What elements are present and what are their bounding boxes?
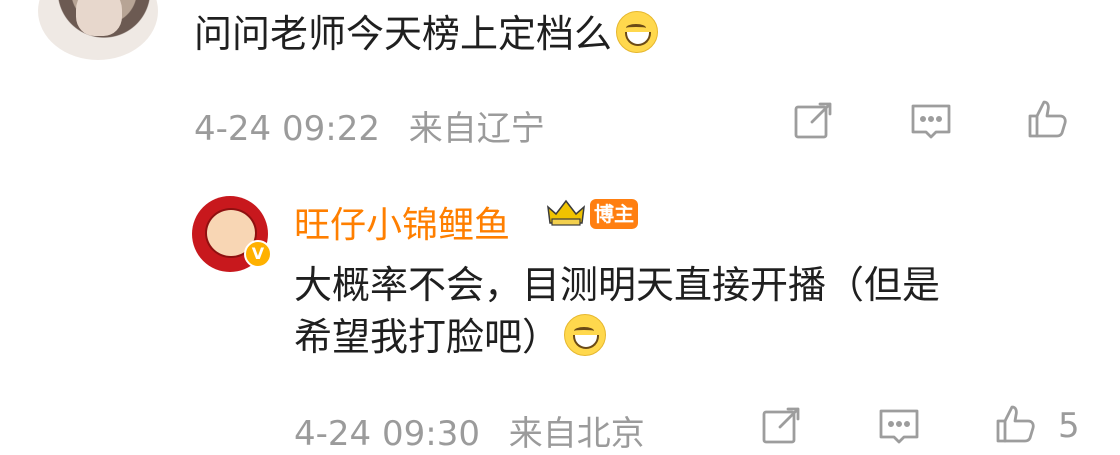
comment-text: 问问老师今天榜上定档么 bbox=[194, 12, 613, 56]
reply-date: 4-24 09:30 bbox=[294, 414, 480, 454]
reply-username[interactable]: 旺仔小锦鲤鱼 bbox=[294, 196, 510, 248]
commenter-avatar[interactable] bbox=[38, 0, 158, 60]
comment-meta: 4-24 09:22 来自辽宁 bbox=[194, 101, 545, 150]
like-count: 5 bbox=[1058, 406, 1080, 446]
comment-icon[interactable] bbox=[876, 403, 922, 449]
comment-body: 问问老师今天榜上定档么 bbox=[194, 9, 659, 59]
comment-icon[interactable] bbox=[908, 98, 954, 144]
reply-text-line-1: 大概率不会，目测明天直接开播（但是 bbox=[294, 263, 941, 307]
reply-text-line-2: 希望我打脸吧） bbox=[294, 311, 940, 363]
like-icon[interactable] bbox=[1024, 96, 1070, 142]
reply-location: 来自北京 bbox=[508, 414, 645, 454]
reply-text-line-2-text: 希望我打脸吧） bbox=[294, 315, 561, 359]
crown-icon bbox=[544, 197, 588, 227]
reply-meta: 4-24 09:30 来自北京 bbox=[294, 406, 645, 455]
comment-date: 4-24 09:22 bbox=[194, 109, 380, 149]
laughing-tears-emoji-icon bbox=[616, 11, 659, 53]
author-badge: 博主 bbox=[590, 199, 638, 229]
like-icon[interactable] bbox=[992, 401, 1038, 447]
laughing-tears-emoji-icon bbox=[564, 314, 607, 356]
share-icon[interactable] bbox=[758, 403, 804, 449]
comment-location: 来自辽宁 bbox=[408, 109, 545, 149]
share-icon[interactable] bbox=[790, 98, 836, 144]
reply-body: 大概率不会，目测明天直接开播（但是 希望我打脸吧） bbox=[294, 259, 940, 363]
verified-badge: V bbox=[244, 240, 272, 268]
